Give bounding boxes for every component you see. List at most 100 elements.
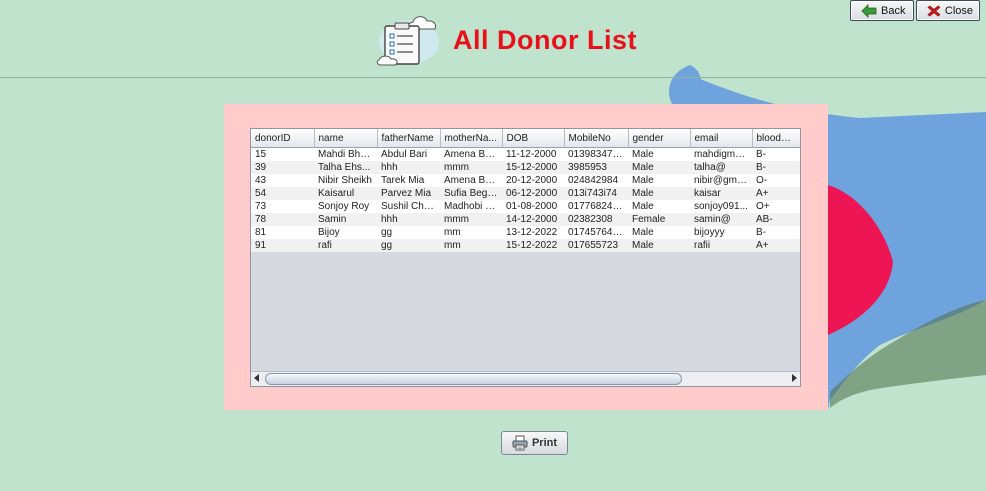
cell-name: Sonjoy Roy bbox=[314, 200, 377, 213]
cell-fathername: Sushil Cha... bbox=[377, 200, 440, 213]
page-title: All Donor List bbox=[453, 24, 637, 55]
cell-mothername: mm bbox=[440, 226, 502, 239]
cell-donorid: 15 bbox=[251, 147, 314, 161]
cell-dob: 15-12-2022 bbox=[502, 239, 564, 252]
print-button[interactable]: Print bbox=[501, 431, 568, 455]
cell-fathername: Abdul Bari bbox=[377, 147, 440, 161]
cell-bloodgroup: B- bbox=[752, 226, 800, 239]
horizontal-scrollbar[interactable] bbox=[251, 371, 800, 386]
cell-bloodgroup: AB- bbox=[752, 213, 800, 226]
cell-mothername: Amena Be... bbox=[440, 147, 502, 161]
header-divider bbox=[0, 77, 986, 78]
cell-donorid: 91 bbox=[251, 239, 314, 252]
cell-email: samin@ bbox=[690, 213, 752, 226]
cell-name: Kaisarul bbox=[314, 187, 377, 200]
cell-mobileno: 02382308 bbox=[564, 213, 628, 226]
cell-gender: Female bbox=[628, 213, 690, 226]
scrollbar-thumb[interactable] bbox=[265, 373, 682, 385]
column-header-gender[interactable]: gender bbox=[628, 129, 691, 148]
cell-mothername: mmm bbox=[440, 213, 502, 226]
table-row[interactable]: 43 Nibir Sheikh Tarek Mia Amena Be... 20… bbox=[251, 174, 800, 187]
scroll-right-arrow-icon[interactable] bbox=[792, 374, 797, 382]
column-header-mobileno[interactable]: MobileNo bbox=[564, 129, 629, 148]
cell-email: bijoyyy bbox=[690, 226, 752, 239]
cell-mobileno: 017768249... bbox=[564, 200, 628, 213]
column-header-mothername[interactable]: motherNa... bbox=[440, 129, 503, 148]
column-header-dob[interactable]: DOB bbox=[502, 129, 565, 148]
donor-table-scrollpane[interactable]: donorID name fatherName motherNa... DOB … bbox=[250, 128, 801, 387]
cell-name: Talha Ehs... bbox=[314, 161, 377, 174]
cell-donorid: 39 bbox=[251, 161, 314, 174]
cell-gender: Male bbox=[628, 174, 690, 187]
cell-gender: Male bbox=[628, 226, 690, 239]
cell-name: Mahdi Bhui... bbox=[314, 147, 377, 161]
close-button-label: Close bbox=[944, 4, 973, 17]
table-header-row: donorID name fatherName motherNa... DOB … bbox=[251, 129, 800, 148]
table-row[interactable]: 78 Samin hhh mmm 14-12-2000 02382308 Fem… bbox=[251, 213, 800, 226]
cell-bloodgroup: A+ bbox=[752, 187, 800, 200]
cell-name: Nibir Sheikh bbox=[314, 174, 377, 187]
cell-mothername: mm bbox=[440, 239, 502, 252]
cell-dob: 15-12-2000 bbox=[502, 161, 564, 174]
cell-bloodgroup: A+ bbox=[752, 239, 800, 252]
table-row[interactable]: 73 Sonjoy Roy Sushil Cha... Madhobi R...… bbox=[251, 200, 800, 213]
cell-bloodgroup: O+ bbox=[752, 200, 800, 213]
cell-bloodgroup: O- bbox=[752, 174, 800, 187]
cell-mothername: mmm bbox=[440, 161, 502, 174]
cell-gender: Male bbox=[628, 147, 690, 161]
table-row[interactable]: 39 Talha Ehs... hhh mmm 15-12-2000 39859… bbox=[251, 161, 800, 174]
scroll-left-arrow-icon[interactable] bbox=[254, 374, 259, 382]
cell-mobileno: 013983478... bbox=[564, 147, 628, 161]
clipboard-list-icon bbox=[376, 16, 439, 66]
close-x-icon bbox=[927, 4, 941, 17]
cell-fathername: Parvez Mia bbox=[377, 187, 440, 200]
cell-mothername: Amena Be... bbox=[440, 174, 502, 187]
cell-name: Bijoy bbox=[314, 226, 377, 239]
cell-donorid: 78 bbox=[251, 213, 314, 226]
column-header-name[interactable]: name bbox=[314, 129, 378, 148]
cell-donorid: 81 bbox=[251, 226, 314, 239]
column-header-fathername[interactable]: fatherName bbox=[377, 129, 441, 148]
cell-dob: 13-12-2022 bbox=[502, 226, 564, 239]
cell-email: mahdigmai... bbox=[690, 147, 752, 161]
cell-mothername: Sufia Begu... bbox=[440, 187, 502, 200]
cell-dob: 11-12-2000 bbox=[502, 147, 564, 161]
cell-fathername: gg bbox=[377, 239, 440, 252]
print-button-label: Print bbox=[531, 437, 558, 449]
cell-mothername: Madhobi R... bbox=[440, 200, 502, 213]
cell-bloodgroup: B- bbox=[752, 161, 800, 174]
cell-dob: 14-12-2000 bbox=[502, 213, 564, 226]
cell-fathername: gg bbox=[377, 226, 440, 239]
column-header-donorid[interactable]: donorID bbox=[251, 129, 315, 148]
printer-icon bbox=[512, 435, 528, 451]
cell-mobileno: 024842984 bbox=[564, 174, 628, 187]
close-button[interactable]: Close bbox=[916, 0, 980, 21]
back-arrow-icon bbox=[861, 3, 877, 18]
cell-email: sonjoy091... bbox=[690, 200, 752, 213]
table-row[interactable]: 15 Mahdi Bhui... Abdul Bari Amena Be... … bbox=[251, 147, 800, 161]
cell-name: rafi bbox=[314, 239, 377, 252]
cell-dob: 06-12-2000 bbox=[502, 187, 564, 200]
donor-table[interactable]: donorID name fatherName motherNa... DOB … bbox=[251, 129, 800, 252]
back-button[interactable]: Back bbox=[850, 0, 914, 21]
table-row[interactable]: 81 Bijoy gg mm 13-12-2022 017457647... M… bbox=[251, 226, 800, 239]
table-row[interactable]: 54 Kaisarul Parvez Mia Sufia Begu... 06-… bbox=[251, 187, 800, 200]
cell-mobileno: 013i743i74 bbox=[564, 187, 628, 200]
cell-mobileno: 3985953 bbox=[564, 161, 628, 174]
title-bar: All Donor List bbox=[375, 12, 637, 68]
column-header-email[interactable]: email bbox=[690, 129, 753, 148]
cell-fathername: Tarek Mia bbox=[377, 174, 440, 187]
back-button-label: Back bbox=[881, 4, 906, 17]
cell-dob: 20-12-2000 bbox=[502, 174, 564, 187]
cell-name: Samin bbox=[314, 213, 377, 226]
cell-email: kaisar bbox=[690, 187, 752, 200]
cell-bloodgroup: B- bbox=[752, 147, 800, 161]
cell-fathername: hhh bbox=[377, 213, 440, 226]
cell-donorid: 54 bbox=[251, 187, 314, 200]
column-header-bloodgroup[interactable]: bloodGrou bbox=[752, 129, 800, 148]
cell-gender: Male bbox=[628, 200, 690, 213]
table-row[interactable]: 91 rafi gg mm 15-12-2022 017655723 Male … bbox=[251, 239, 800, 252]
cell-email: talha@ bbox=[690, 161, 752, 174]
cell-email: rafii bbox=[690, 239, 752, 252]
cell-donorid: 43 bbox=[251, 174, 314, 187]
